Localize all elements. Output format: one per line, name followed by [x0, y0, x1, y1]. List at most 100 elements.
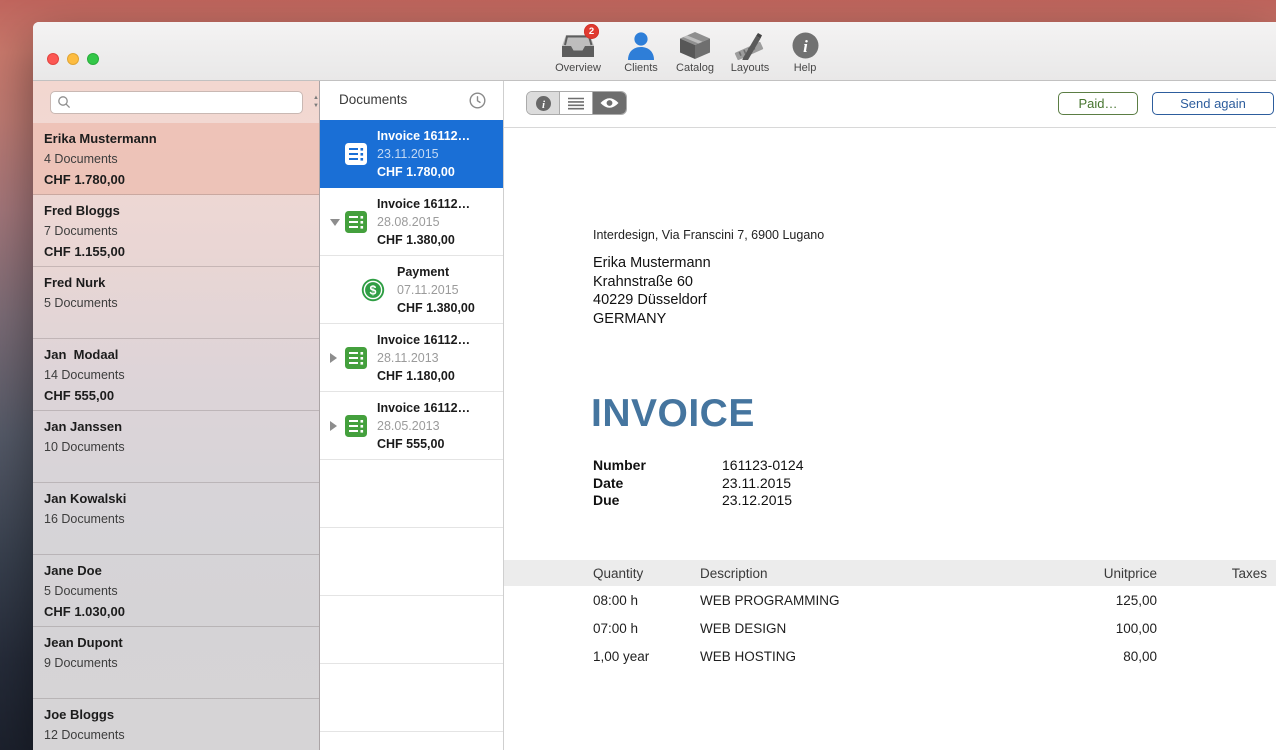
recipient-line: 40229 Düsseldorf	[593, 291, 711, 310]
client-row-jan-modaal[interactable]: Jan Modaal 14 Documents CHF 555,00	[33, 339, 319, 411]
document-date: 28.08.2015	[377, 213, 499, 231]
recipient-line: Erika Mustermann	[593, 254, 711, 273]
paid-button[interactable]: Paid…	[1058, 92, 1138, 115]
invoice-recipient-address: Erika Mustermann Krahnstraße 60 40229 Dü…	[593, 254, 711, 328]
client-row-joe-bloggs[interactable]: Joe Bloggs 12 Documents	[33, 699, 319, 750]
invoice-doc-icon	[345, 211, 367, 233]
meta-value: 161123-0124	[722, 457, 803, 475]
document-amount: CHF 1.180,00	[377, 367, 499, 385]
client-name: Jan Janssen	[44, 417, 311, 437]
cell-quantity: 1,00 year	[593, 649, 700, 664]
client-name: Jan Kowalski	[44, 489, 311, 509]
document-title: Invoice 16112…	[377, 331, 499, 349]
client-name: Jane Doe	[44, 561, 311, 581]
col-header-description: Description	[700, 566, 1057, 581]
search-input[interactable]	[50, 91, 303, 114]
document-amount: CHF 1.780,00	[377, 163, 499, 181]
client-doc-count: 12 Documents	[44, 725, 311, 746]
invoice-meta: Number161123-0124 Date23.11.2015 Due23.1…	[593, 457, 803, 510]
svg-text:$: $	[370, 284, 377, 298]
meta-value: 23.11.2015	[722, 475, 791, 493]
document-date: 23.11.2015	[377, 145, 499, 163]
disclosure-expanded-icon[interactable]	[330, 219, 340, 226]
document-row-invoice[interactable]: Invoice 16112… 23.11.2015 CHF 1.780,00	[320, 120, 503, 188]
empty-row	[320, 732, 503, 750]
client-amount: CHF 555,00	[44, 386, 311, 406]
inbox-tray-icon: 2	[549, 28, 607, 60]
empty-row	[320, 664, 503, 732]
client-row-fred-bloggs[interactable]: Fred Bloggs 7 Documents CHF 1.155,00	[33, 195, 319, 267]
recipient-line: Krahnstraße 60	[593, 273, 711, 292]
package-icon	[666, 28, 724, 60]
document-row-payment[interactable]: $ Payment 07.11.2015 CHF 1.380,00	[320, 256, 503, 324]
document-amount: CHF 1.380,00	[397, 299, 499, 317]
documents-panel: Documents Invoice 16112… 23.11.2015 CHF …	[320, 81, 504, 750]
document-title: Payment	[397, 263, 499, 281]
client-row-jane-doe[interactable]: Jane Doe 5 Documents CHF 1.030,00	[33, 555, 319, 627]
documents-header: Documents	[320, 81, 503, 120]
view-segmented-control: i	[526, 91, 627, 115]
segment-list[interactable]	[560, 92, 593, 114]
payment-coin-icon: $	[361, 278, 385, 302]
col-header-quantity: Quantity	[593, 566, 700, 581]
info-icon: i	[776, 28, 834, 60]
segment-preview[interactable]	[593, 92, 626, 114]
invoice-document: Interdesign, Via Franscini 7, 6900 Lugan…	[504, 128, 1276, 750]
client-amount: CHF 1.030,00	[44, 602, 311, 622]
toolbar-item-clients[interactable]: Clients	[612, 28, 670, 78]
empty-row	[320, 528, 503, 596]
document-title: Invoice 16112…	[377, 127, 499, 145]
list-icon	[568, 97, 584, 110]
disclosure-collapsed-icon[interactable]	[330, 353, 337, 363]
toolbar-label: Catalog	[666, 62, 724, 74]
document-amount: CHF 1.380,00	[377, 231, 499, 249]
svg-text:i: i	[803, 37, 808, 56]
eye-icon	[600, 97, 619, 109]
send-again-button[interactable]: Send again	[1152, 92, 1274, 115]
client-name: Fred Nurk	[44, 273, 311, 293]
document-title: Invoice 16112…	[377, 399, 499, 417]
minimize-button[interactable]	[67, 53, 79, 65]
app-window: 2 Overview Clients Cata	[33, 22, 1276, 750]
client-name: Joe Bloggs	[44, 705, 311, 725]
client-doc-count: 7 Documents	[44, 221, 311, 242]
col-header-unitprice: Unitprice	[1057, 566, 1157, 581]
document-title: Invoice 16112…	[377, 195, 499, 213]
preview-pane: i Paid… Se	[504, 81, 1276, 750]
document-row-invoice[interactable]: Invoice 16112… 28.11.2013 CHF 1.180,00	[320, 324, 503, 392]
meta-value: 23.12.2015	[722, 492, 792, 510]
empty-row	[320, 460, 503, 528]
client-doc-count: 14 Documents	[44, 365, 311, 386]
invoice-doc-icon	[345, 143, 367, 165]
clock-icon[interactable]	[469, 92, 486, 109]
toolbar-item-overview[interactable]: 2 Overview	[549, 28, 607, 78]
document-row-invoice[interactable]: Invoice 16112… 28.05.2013 CHF 555,00	[320, 392, 503, 460]
close-button[interactable]	[47, 53, 59, 65]
recipient-line: GERMANY	[593, 310, 711, 329]
table-row: 07:00 h WEB DESIGN 100,00	[504, 614, 1276, 642]
client-row-jan-kowalski[interactable]: Jan Kowalski 16 Documents	[33, 483, 319, 555]
client-amount: CHF 1.780,00	[44, 170, 311, 190]
toolbar-item-catalog[interactable]: Catalog	[666, 28, 724, 78]
client-doc-count: 5 Documents	[44, 581, 311, 602]
disclosure-collapsed-icon[interactable]	[330, 421, 337, 431]
preview-toolbar: i Paid… Se	[504, 81, 1276, 128]
invoice-title: INVOICE	[591, 392, 755, 436]
table-row: 08:00 h WEB PROGRAMMING 125,00	[504, 586, 1276, 614]
meta-label: Number	[593, 457, 722, 475]
info-circle-icon: i	[535, 95, 552, 112]
document-row-invoice[interactable]: Invoice 16112… 28.08.2015 CHF 1.380,00	[320, 188, 503, 256]
client-row-jean-dupont[interactable]: Jean Dupont 9 Documents	[33, 627, 319, 699]
client-row-fred-nurk[interactable]: Fred Nurk 5 Documents	[33, 267, 319, 339]
toolbar: 2 Overview Clients Cata	[33, 22, 1276, 81]
overview-badge: 2	[584, 24, 599, 39]
toolbar-item-help[interactable]: i Help	[776, 28, 834, 78]
cell-description: WEB PROGRAMMING	[700, 593, 1057, 608]
client-doc-count: 4 Documents	[44, 149, 311, 170]
toolbar-item-layouts[interactable]: Layouts	[721, 28, 779, 78]
client-row-jan-janssen[interactable]: Jan Janssen 10 Documents	[33, 411, 319, 483]
toolbar-label: Help	[776, 62, 834, 74]
segment-info[interactable]: i	[527, 92, 560, 114]
client-row-erika-mustermann[interactable]: Erika Mustermann 4 Documents CHF 1.780,0…	[33, 123, 319, 195]
zoom-button[interactable]	[87, 53, 99, 65]
